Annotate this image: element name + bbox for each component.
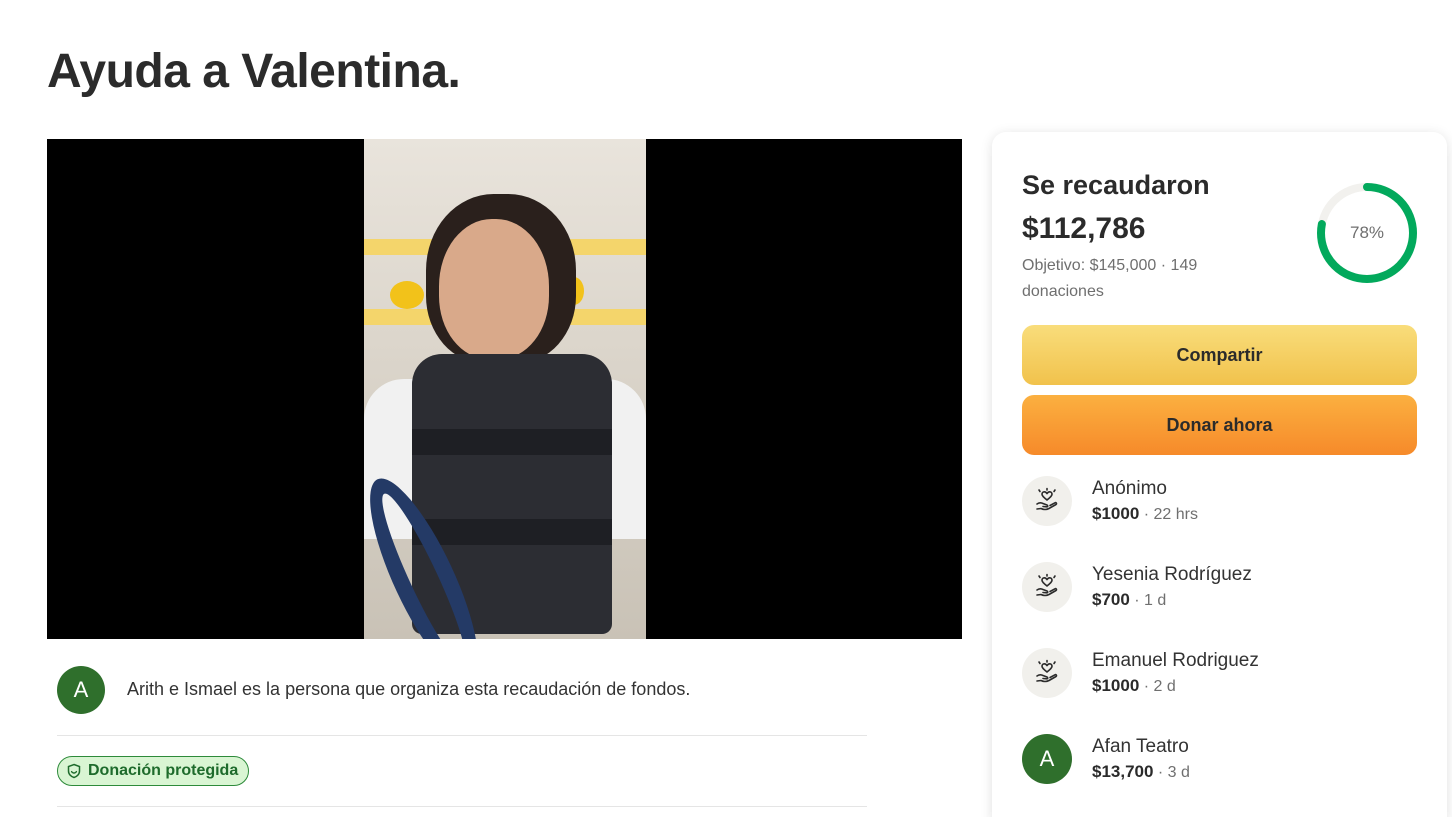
heart-hand-icon: [1022, 562, 1072, 612]
organizer-avatar[interactable]: A: [57, 666, 105, 714]
donation-item: Emanuel Rodriguez $1000 · 2 d: [1022, 648, 1417, 708]
donation-item: A Afan Teatro $13,700 · 3 d: [1022, 734, 1417, 794]
donation-amount: $1000: [1092, 504, 1140, 523]
raised-amount: $112,786: [1022, 212, 1146, 245]
donor-name: Anónimo: [1092, 478, 1167, 499]
donation-item: Yesenia Rodríguez $700 · 1 d: [1022, 562, 1417, 622]
donation-amount: $13,700: [1092, 762, 1154, 781]
organizer-row: A Arith e Ismael es la persona que organ…: [57, 666, 867, 736]
donation-sidebar: Se recaudaron $112,786 Objetivo: $145,00…: [992, 132, 1447, 817]
page-title: Ayuda a Valentina.: [47, 45, 461, 98]
piggy-bank: [390, 281, 424, 309]
protected-donation-badge[interactable]: Donación protegida: [57, 756, 250, 786]
donation-time: · 3 d: [1153, 764, 1190, 781]
donor-name: Afan Teatro: [1092, 736, 1189, 757]
donor-name: Emanuel Rodriguez: [1092, 650, 1259, 671]
raised-label: Se recaudaron: [1022, 170, 1210, 200]
donation-amount: $1000: [1092, 676, 1140, 695]
donation-time: · 22 hrs: [1139, 506, 1198, 523]
donation-amount: $700: [1092, 590, 1130, 609]
heart-hand-icon: [1022, 476, 1072, 526]
donation-time: · 1 d: [1129, 592, 1167, 609]
donation-time: · 2 d: [1139, 678, 1176, 695]
donor-avatar: A: [1022, 734, 1072, 784]
donor-name: Yesenia Rodríguez: [1092, 564, 1252, 585]
share-button[interactable]: Compartir: [1022, 325, 1417, 385]
protection-row: Donación protegida: [57, 736, 867, 807]
heart-hand-icon: [1022, 648, 1072, 698]
shield-icon: [67, 763, 81, 779]
vest-strap: [412, 519, 612, 545]
girl-face: [439, 219, 549, 359]
organizer-text: Arith e Ismael es la persona que organiz…: [127, 679, 691, 699]
donation-item: Anónimo $1000 · 22 hrs: [1022, 476, 1417, 536]
donate-now-button[interactable]: Donar ahora: [1022, 395, 1417, 455]
video-frame: [364, 139, 646, 639]
vest-strap: [412, 429, 612, 455]
badge-label: Donación protegida: [88, 762, 239, 779]
goal-and-count: Objetivo: $145,000 · 149 donaciones: [1022, 257, 1198, 300]
progress-percent: 78%: [1349, 223, 1385, 242]
video-player[interactable]: [47, 139, 962, 639]
